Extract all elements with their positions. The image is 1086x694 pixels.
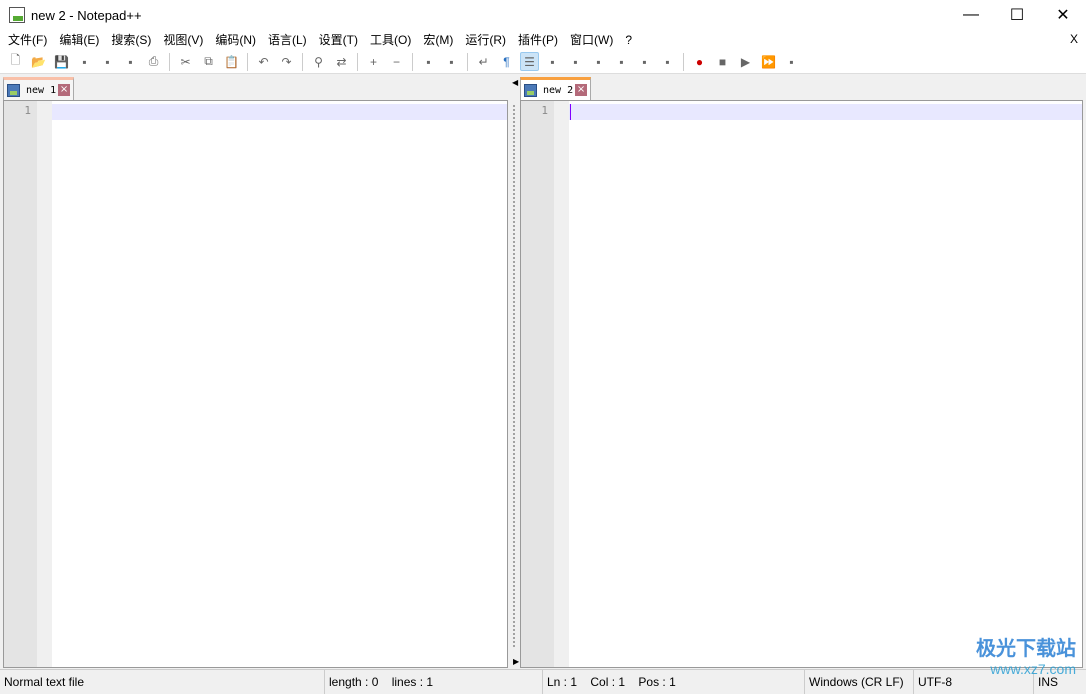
tab-label: new 1: [26, 84, 57, 96]
menu-bar: 文件(F) 编辑(E) 搜索(S) 视图(V) 编码(N) 语言(L) 设置(T) 工具(O)…: [0, 30, 1086, 50]
watermark-logo: 极光下载站 www.xz7.com: [976, 638, 1076, 677]
splitter-grip[interactable]: [512, 104, 516, 648]
cut-icon[interactable]: ✂: [176, 52, 195, 71]
line-number-margin: 1: [521, 101, 554, 667]
toolbar-separator: [357, 52, 358, 71]
paste-icon[interactable]: 📋: [222, 52, 241, 71]
play-macro-icon[interactable]: ▶: [736, 52, 755, 71]
arrow-left-icon[interactable]: ◀: [512, 78, 518, 87]
close-document-button[interactable]: X: [1070, 32, 1078, 46]
show-all-chars-icon[interactable]: ¶: [497, 52, 516, 71]
status-position: Ln : 1 Col : 1 Pos : 1: [543, 669, 805, 694]
right-pane: new 2 × 1: [520, 76, 1083, 668]
tab-new-1[interactable]: new 1 ×: [3, 77, 75, 100]
open-file-icon[interactable]: 📂: [29, 52, 48, 71]
zoom-out-icon[interactable]: −: [387, 52, 406, 71]
menu-item-6[interactable]: 设置(T): [313, 30, 364, 50]
text-caret: [570, 104, 571, 120]
stop-record-icon[interactable]: ■: [713, 52, 732, 71]
record-macro-icon[interactable]: ●: [690, 52, 709, 71]
window-title: new 2 - Notepad++: [31, 7, 142, 23]
close-button[interactable]: ✕: [1040, 0, 1086, 30]
status-bar: Normal text file length : 0 lines : 1 Ln…: [0, 669, 1086, 694]
menu-item-12[interactable]: ?: [619, 30, 638, 50]
toolbar: 🗋 📂 💾 ▪ ▪ ▪ ⎙ ✂ ⧉ 📋 ↶ ↷ ⚲ ⇄ + − ▪ ▪ ↵ ¶ ☰ ▪ ▪ ▪ ▪ ▪ ▪ ● ■ ▶ ⏩ ▪: [0, 50, 1086, 74]
menu-item-9[interactable]: 运行(R): [459, 30, 512, 50]
left-pane: new 1 × 1: [3, 76, 508, 668]
monitoring-icon[interactable]: ▪: [658, 52, 677, 71]
new-file-icon[interactable]: 🗋: [6, 52, 25, 71]
view-splitter[interactable]: ◀ ▶: [508, 76, 520, 668]
line-number-margin: 1: [4, 101, 37, 667]
title-bar: new 2 - Notepad++ — ☐ ✕: [0, 0, 1086, 30]
document-map-icon[interactable]: ▪: [566, 52, 585, 71]
menu-item-8[interactable]: 宏(M): [417, 30, 459, 50]
toolbar-separator: [467, 52, 468, 71]
menu-item-10[interactable]: 插件(P): [512, 30, 564, 50]
replace-icon[interactable]: ⇄: [332, 52, 351, 71]
tab-label: new 2: [543, 84, 574, 96]
toolbar-separator: [169, 52, 170, 71]
fold-margin[interactable]: [37, 101, 52, 667]
save-macro-icon[interactable]: ▪: [782, 52, 801, 71]
current-line-highlight: [569, 104, 1082, 120]
print-icon[interactable]: ⎙: [144, 52, 163, 71]
close-all-icon[interactable]: ▪: [121, 52, 140, 71]
menu-item-3[interactable]: 视图(V): [157, 30, 209, 50]
save-icon: [7, 83, 20, 97]
menu-item-5[interactable]: 语言(L): [262, 30, 313, 50]
zoom-in-icon[interactable]: +: [364, 52, 383, 71]
status-ln: Ln : 1: [547, 674, 578, 689]
current-line-highlight: [52, 104, 507, 120]
close-icon[interactable]: ▪: [98, 52, 117, 71]
tab-close-icon[interactable]: ×: [58, 84, 71, 96]
status-eol: Windows (CR LF): [805, 669, 914, 694]
run-macro-multiple-icon[interactable]: ⏩: [759, 52, 778, 71]
save-icon: [524, 83, 537, 97]
user-language-icon[interactable]: ▪: [543, 52, 562, 71]
undo-icon[interactable]: ↶: [254, 52, 273, 71]
copy-icon[interactable]: ⧉: [199, 52, 218, 71]
save-all-icon[interactable]: ▪: [75, 52, 94, 71]
document-list-icon[interactable]: ▪: [589, 52, 608, 71]
notepad-app-icon: [9, 7, 25, 23]
fold-margin[interactable]: [554, 101, 569, 667]
sync-horizontal-icon[interactable]: ▪: [442, 52, 461, 71]
save-icon[interactable]: 💾: [52, 52, 71, 71]
toolbar-separator: [683, 52, 684, 71]
maximize-button[interactable]: ☐: [994, 0, 1040, 30]
arrow-right-icon[interactable]: ▶: [513, 657, 519, 666]
menu-item-4[interactable]: 编码(N): [209, 30, 262, 50]
redo-icon[interactable]: ↷: [277, 52, 296, 71]
toolbar-separator: [302, 52, 303, 71]
editor-new-1[interactable]: 1: [3, 100, 508, 668]
function-list-icon[interactable]: ▪: [612, 52, 631, 71]
toolbar-separator: [247, 52, 248, 71]
tab-close-icon[interactable]: ×: [575, 84, 588, 96]
status-length: length : 0: [329, 674, 379, 689]
sync-vertical-icon[interactable]: ▪: [419, 52, 438, 71]
minimize-button[interactable]: —: [948, 0, 994, 30]
menu-item-0[interactable]: 文件(F): [2, 30, 53, 50]
menu-item-7[interactable]: 工具(O): [364, 30, 417, 50]
find-icon[interactable]: ⚲: [309, 52, 328, 71]
indent-guide-icon[interactable]: ☰: [520, 52, 539, 71]
status-pos: Pos : 1: [638, 674, 676, 689]
word-wrap-icon[interactable]: ↵: [474, 52, 493, 71]
tab-bar: new 1 ×: [3, 76, 508, 100]
menu-item-1[interactable]: 编辑(E): [53, 30, 105, 50]
tab-new-2[interactable]: new 2 ×: [520, 77, 592, 100]
editor-new-2[interactable]: 1: [520, 100, 1083, 668]
status-file-type: Normal text file: [0, 669, 325, 694]
tab-bar: new 2 ×: [520, 76, 1083, 100]
menu-item-2[interactable]: 搜索(S): [105, 30, 157, 50]
status-length-lines: length : 0 lines : 1: [325, 669, 543, 694]
status-col: Col : 1: [590, 674, 626, 689]
folder-workspace-icon[interactable]: ▪: [635, 52, 654, 71]
menu-item-11[interactable]: 窗口(W): [564, 30, 619, 50]
toolbar-separator: [412, 52, 413, 71]
status-lines: lines : 1: [391, 674, 434, 689]
